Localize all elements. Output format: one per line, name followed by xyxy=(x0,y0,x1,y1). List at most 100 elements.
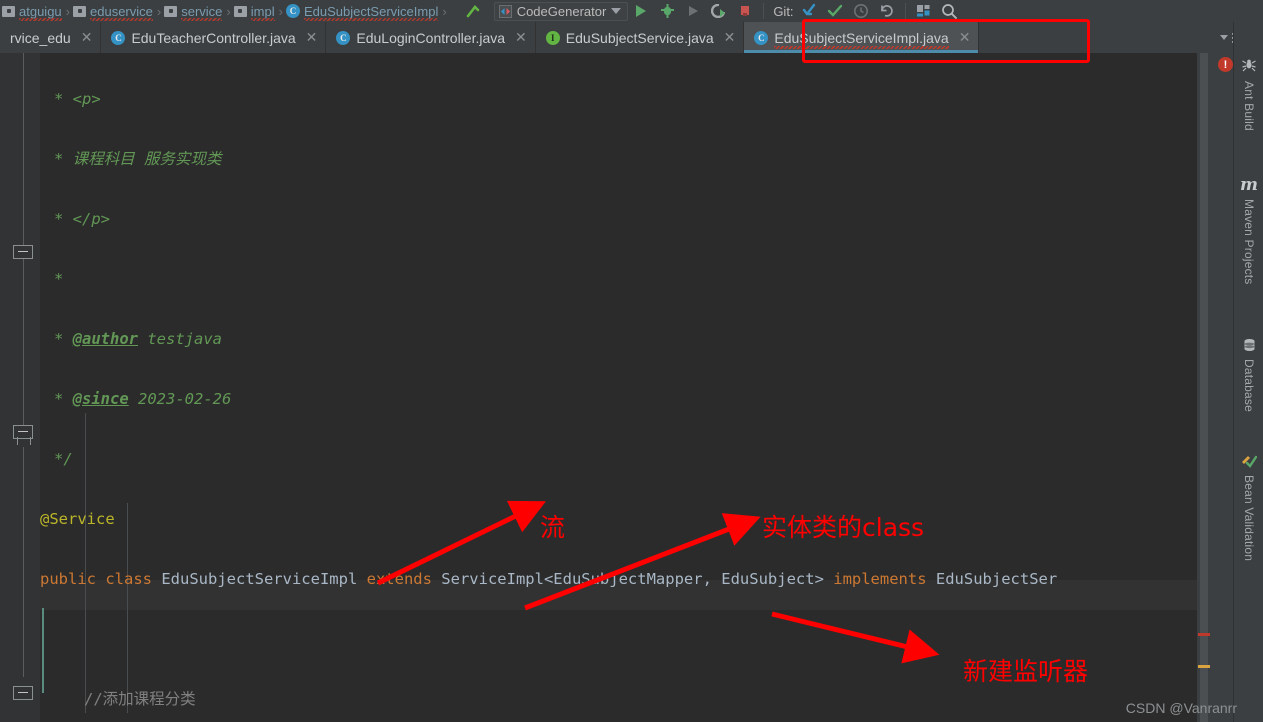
sidebar-item-label: Bean Validation xyxy=(1242,475,1256,562)
breadcrumb-item-class[interactable]: C EduSubjectServiceImpl xyxy=(284,0,441,22)
top-toolbar-strip: atguigu › eduservice › service › impl › … xyxy=(0,0,1263,22)
tab-edu-teacher-controller[interactable]: C EduTeacherController.java ✕ xyxy=(101,22,327,53)
breadcrumb: atguigu › eduservice › service › impl › … xyxy=(0,0,448,22)
breadcrumb-label: service xyxy=(181,3,223,21)
code-line: * <p> xyxy=(54,90,101,108)
close-icon[interactable]: ✕ xyxy=(724,29,736,46)
breadcrumb-item-atguigu[interactable]: atguigu xyxy=(0,0,65,22)
breadcrumb-item-impl[interactable]: impl xyxy=(232,0,278,22)
watermark: CSDN @Vanranrr xyxy=(1125,700,1237,716)
breadcrumb-label: atguigu xyxy=(19,3,62,21)
annotation-label-entity-class: 实体类的class xyxy=(762,513,925,542)
breadcrumb-label: impl xyxy=(250,3,275,21)
run-config-icon xyxy=(498,4,512,18)
class-icon: C xyxy=(754,30,769,45)
run-toolbar: CodeGenerator Git: xyxy=(462,0,963,22)
code-line: * @since 2023-02-26 xyxy=(54,390,232,408)
profiler-icon[interactable] xyxy=(706,0,732,22)
stop-icon[interactable] xyxy=(732,0,758,22)
code-line: * @author testjava xyxy=(54,330,222,348)
bean-validation-icon xyxy=(1238,450,1260,472)
history-icon[interactable] xyxy=(848,0,874,22)
chevron-down-icon[interactable] xyxy=(1219,35,1228,40)
breadcrumb-label: eduservice xyxy=(90,3,153,21)
sidebar-item-database[interactable]: Database xyxy=(1234,334,1263,412)
toolbar-divider xyxy=(763,3,765,19)
tab-edu-subject-service[interactable]: I EduSubjectService.java ✕ xyxy=(536,22,745,53)
tab-label: EduSubjectService.java xyxy=(565,29,714,46)
sidebar-item-bean-validation[interactable]: Bean Validation xyxy=(1234,450,1263,561)
tab-rvice-edu[interactable]: rvice_edu ✕ xyxy=(0,22,102,53)
class-icon: C xyxy=(285,4,300,18)
fold-marker-method[interactable] xyxy=(13,425,33,445)
editor-marker-bar[interactable] xyxy=(1197,53,1211,722)
fold-marker-class-end[interactable] xyxy=(13,686,33,700)
rollback-icon[interactable] xyxy=(874,0,900,22)
tab-edu-login-controller[interactable]: C EduLoginController.java ✕ xyxy=(326,22,536,53)
search-everywhere-icon[interactable] xyxy=(937,0,963,22)
fold-region-line xyxy=(23,447,24,677)
idea-window: atguigu › eduservice › service › impl › … xyxy=(0,0,1263,722)
code-line: @Service xyxy=(40,510,115,528)
breadcrumb-item-eduservice[interactable]: eduservice xyxy=(71,0,156,22)
breadcrumb-separator-icon: › xyxy=(278,3,283,19)
code-line: public class EduSubjectServiceImpl exten… xyxy=(40,570,1058,588)
breadcrumb-item-service[interactable]: service xyxy=(162,0,225,22)
run-icon[interactable] xyxy=(628,0,654,22)
editor-tab-bar: rvice_edu ✕ C EduTeacherController.java … xyxy=(0,22,1263,53)
tab-label: EduTeacherController.java xyxy=(131,29,296,46)
code-editor[interactable]: * <p> * 课程科目 服务实现类 * </p> * * @author te… xyxy=(0,53,1197,722)
sidebar-item-ant-build[interactable]: Ant Build xyxy=(1234,56,1263,131)
code-content[interactable]: * <p> * 课程科目 服务实现类 * </p> * * @author te… xyxy=(40,53,1197,722)
code-line: * </p> xyxy=(54,210,110,228)
toolbar-divider-2 xyxy=(904,3,906,19)
package-icon xyxy=(73,5,86,17)
debug-icon[interactable] xyxy=(654,0,680,22)
editor-scrollbar-thumb[interactable] xyxy=(1200,53,1208,722)
database-icon xyxy=(1238,334,1260,356)
warning-marker[interactable] xyxy=(1198,665,1210,668)
update-project-icon[interactable] xyxy=(796,0,822,22)
fold-marker-javadoc[interactable] xyxy=(13,245,33,259)
sidebar-item-label: Ant Build xyxy=(1242,81,1256,131)
git-label: Git: xyxy=(773,3,794,19)
package-icon xyxy=(2,5,15,17)
structure-icon[interactable] xyxy=(911,0,937,22)
close-icon[interactable]: ✕ xyxy=(306,29,318,46)
sidebar-item-label: Maven Projects xyxy=(1242,199,1256,285)
package-icon xyxy=(233,5,247,17)
sidebar-item-label: Database xyxy=(1242,359,1256,412)
fold-region-line xyxy=(23,53,24,248)
error-marker[interactable] xyxy=(1198,633,1210,636)
close-icon[interactable]: ✕ xyxy=(515,29,527,46)
breadcrumb-separator-icon: › xyxy=(442,3,447,19)
status-badge-error[interactable]: ! xyxy=(1218,57,1233,72)
chevron-down-icon[interactable] xyxy=(611,8,622,14)
class-icon: C xyxy=(111,30,126,45)
code-line: * xyxy=(54,270,64,288)
tab-label: EduLoginController.java xyxy=(356,29,506,46)
build-icon[interactable] xyxy=(462,0,488,22)
maven-icon: m xyxy=(1240,175,1258,195)
annotation-label-listener: 新建监听器 xyxy=(963,657,1089,686)
commit-icon[interactable] xyxy=(822,0,848,22)
run-configuration-selector[interactable]: CodeGenerator xyxy=(493,1,629,21)
close-icon[interactable]: ✕ xyxy=(959,29,971,46)
tab-edu-subject-service-impl[interactable]: C EduSubjectServiceImpl.java ✕ xyxy=(744,22,980,53)
package-icon xyxy=(164,5,178,17)
sidebar-item-maven-projects[interactable]: m Maven Projects xyxy=(1234,174,1263,285)
run-config-label: CodeGenerator xyxy=(516,3,607,19)
breadcrumb-separator-icon: › xyxy=(226,3,231,19)
run-with-coverage-icon xyxy=(680,0,706,22)
ant-icon xyxy=(1238,56,1260,78)
interface-icon: I xyxy=(545,30,560,45)
code-line: * 课程科目 服务实现类 xyxy=(54,150,222,168)
code-line: */ xyxy=(54,450,73,468)
fold-region-line xyxy=(23,259,24,427)
class-icon: C xyxy=(336,30,351,45)
annotation-label-stream: 流 xyxy=(540,513,566,542)
editor-gutter[interactable] xyxy=(0,53,40,722)
close-icon[interactable]: ✕ xyxy=(81,29,93,46)
tab-label: EduSubjectServiceImpl.java xyxy=(774,29,950,49)
code-line: //添加课程分类 xyxy=(84,690,196,708)
